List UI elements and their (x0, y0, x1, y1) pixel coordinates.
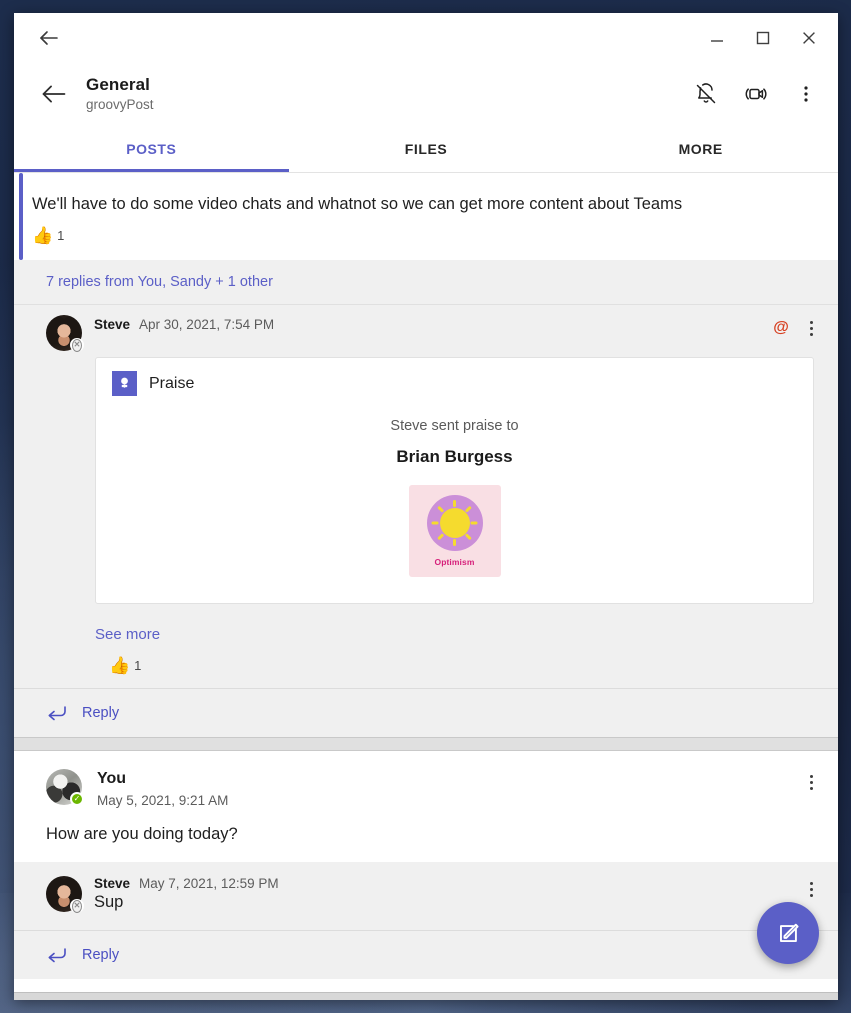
reply-message-inner: ✕ Steve May 7, 2021, 12:59 PM Sup (14, 862, 838, 913)
praise-message-header: ✕ Steve Apr 30, 2021, 7:54 PM @ (14, 305, 838, 352)
thumbs-up-icon: 👍 (109, 656, 131, 675)
avatar-wrapper: ✕ (46, 315, 84, 352)
minimize-button[interactable] (694, 16, 740, 60)
praise-card[interactable]: Praise Steve sent praise to Brian Burges… (95, 357, 814, 604)
message-author: You (97, 770, 127, 787)
presence-badge-offline: ✕ (70, 899, 84, 913)
praise-card-header: Praise (96, 358, 813, 404)
reply-arrow-icon (46, 703, 68, 723)
reply-label[interactable]: Reply (82, 705, 119, 721)
reply-meta-line: Steve May 7, 2021, 12:59 PM (94, 876, 279, 891)
reply-message[interactable]: ✕ Steve May 7, 2021, 12:59 PM Sup Reply (14, 862, 838, 979)
kebab-dot (809, 887, 813, 891)
praise-badge-label: Optimism (434, 557, 475, 567)
message-timestamp: May 7, 2021, 12:59 PM (139, 876, 279, 891)
post-text: We'll have to do some video chats and wh… (32, 195, 683, 213)
message-author: Steve (94, 876, 131, 891)
meet-now-icon[interactable] (736, 74, 776, 114)
channel-tabs: POSTS FILES MORE (14, 125, 838, 173)
kebab-dot (809, 320, 813, 324)
message-actions (798, 876, 824, 902)
message-actions: @ (770, 315, 824, 341)
teams-app-window: General groovyPost POSTS FILES MORE We'l… (14, 13, 838, 1000)
tab-posts[interactable]: POSTS (14, 125, 289, 172)
window-title-bar (14, 13, 838, 63)
praise-app-icon (112, 371, 137, 396)
message-more-options-icon[interactable] (798, 876, 824, 902)
see-more-link[interactable]: See more (14, 604, 838, 643)
post-item[interactable]: We'll have to do some video chats and wh… (14, 173, 838, 260)
kebab-dot (809, 774, 813, 778)
page-title: General (86, 74, 151, 94)
maximize-button[interactable] (740, 16, 786, 60)
post-separator (14, 737, 838, 751)
kebab-dot (809, 893, 813, 897)
post-header: ✓ You May 5, 2021, 9:21 AM (14, 751, 838, 810)
praise-post[interactable]: ✕ Steve Apr 30, 2021, 7:54 PM @ Praise S… (14, 305, 838, 737)
post-item[interactable]: ✓ You May 5, 2021, 9:21 AM How are you d… (14, 751, 838, 979)
post-reactions: 👍 1 (14, 215, 838, 260)
channel-header-actions (686, 74, 826, 114)
reply-bar[interactable]: Reply (14, 930, 838, 979)
reply-bar[interactable]: Reply (14, 688, 838, 737)
message-actions (798, 769, 824, 795)
thumbs-up-reaction[interactable]: 👍 1 (32, 227, 64, 244)
window-bottom-chrome (14, 992, 838, 1000)
channel-back-button[interactable] (32, 72, 76, 116)
message-meta: Steve Apr 30, 2021, 7:54 PM (94, 315, 274, 332)
thumbs-up-reaction[interactable]: 👍 1 (109, 657, 141, 674)
kebab-dot (809, 332, 813, 336)
kebab-dot (809, 326, 813, 330)
praise-recipient: Brian Burgess (396, 447, 513, 466)
message-more-options-icon[interactable] (798, 315, 824, 341)
window-back-button[interactable] (28, 17, 70, 59)
presence-badge-offline: ✕ (70, 338, 84, 352)
message-timestamp: May 5, 2021, 9:21 AM (97, 793, 229, 808)
avatar-wrapper: ✕ (46, 876, 84, 913)
reply-label[interactable]: Reply (82, 947, 119, 963)
reply-text: Sup (94, 893, 124, 911)
offline-icon: ✕ (72, 338, 82, 352)
offline-icon: ✕ (72, 899, 82, 913)
praise-card-title: Praise (149, 374, 195, 392)
post-text: How are you doing today? (46, 825, 238, 843)
reaction-count: 1 (57, 228, 65, 243)
desktop-background: General groovyPost POSTS FILES MORE We'l… (0, 0, 851, 1013)
tab-more[interactable]: MORE (563, 125, 838, 172)
praise-post-reactions: 👍 1 (14, 643, 838, 688)
team-name-label: groovyPost (86, 96, 154, 112)
post-accent-bar (19, 173, 23, 260)
kebab-dot (809, 786, 813, 790)
channel-header: General groovyPost (14, 63, 838, 125)
presence-badge-available: ✓ (70, 792, 84, 806)
reaction-count: 1 (134, 658, 142, 673)
message-timestamp: Apr 30, 2021, 7:54 PM (139, 317, 275, 332)
close-button[interactable] (786, 16, 832, 60)
new-conversation-button[interactable] (757, 902, 819, 964)
mute-notifications-icon[interactable] (686, 74, 726, 114)
kebab-dot (809, 881, 813, 885)
post-meta: You May 5, 2021, 9:21 AM (97, 769, 228, 810)
praise-badge-tile: Optimism (408, 485, 501, 577)
more-options-icon[interactable] (786, 74, 826, 114)
message-more-options-icon[interactable] (798, 769, 824, 795)
optimism-sun-icon (426, 495, 483, 551)
kebab-dot (809, 780, 813, 784)
avatar-wrapper: ✓ (46, 769, 84, 806)
message-author: Steve (94, 317, 131, 332)
reply-meta: Steve May 7, 2021, 12:59 PM Sup (94, 876, 279, 912)
tab-files[interactable]: FILES (289, 125, 564, 172)
thumbs-up-icon: 👍 (32, 226, 54, 245)
active-tab-indicator (14, 169, 289, 172)
post-body: We'll have to do some video chats and wh… (14, 173, 838, 215)
praise-sent-line: Steve sent praise to (390, 418, 519, 434)
reply-arrow-icon (46, 945, 68, 965)
replies-summary-link[interactable]: 7 replies from You, Sandy + 1 other (46, 274, 273, 290)
posts-feed[interactable]: We'll have to do some video chats and wh… (14, 173, 838, 992)
replies-summary-bar[interactable]: 7 replies from You, Sandy + 1 other (14, 260, 838, 305)
praise-card-body: Steve sent praise to Brian Burgess Optim… (96, 404, 813, 603)
channel-title-group: General groovyPost (86, 75, 154, 114)
mention-icon[interactable]: @ (770, 317, 792, 339)
